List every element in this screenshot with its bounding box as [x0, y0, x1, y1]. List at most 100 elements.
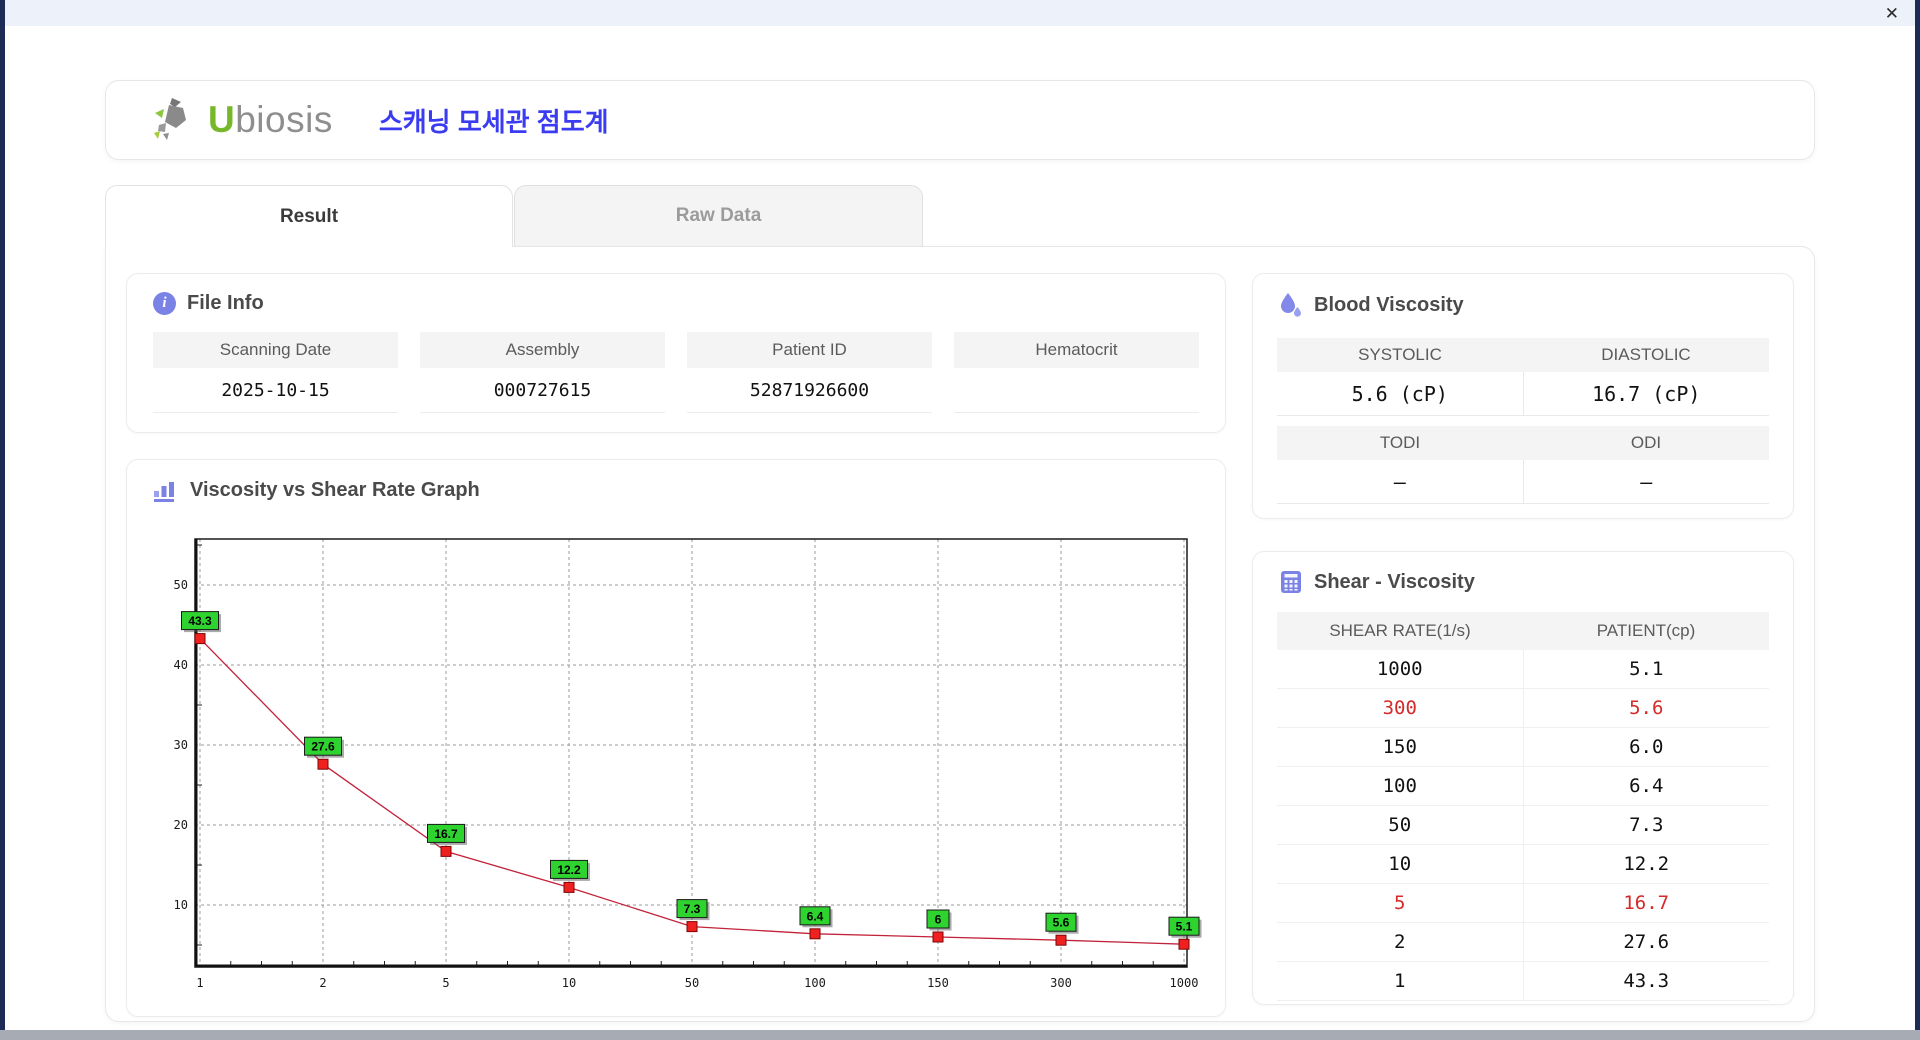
shear-rate-cell: 1	[1277, 962, 1524, 1000]
shear-rate-cell: 2	[1277, 923, 1524, 961]
logo-text: Ubiosis	[208, 99, 333, 140]
table-row: 50 7.3	[1277, 806, 1769, 845]
field-label: Scanning Date	[153, 332, 398, 368]
patient-cell: 5.6	[1629, 697, 1664, 719]
bv-header-cell: SYSTOLIC	[1358, 345, 1442, 364]
svg-text:50: 50	[174, 578, 188, 592]
graph-title: Viscosity vs Shear Rate Graph	[190, 479, 480, 501]
field-label: Hematocrit	[954, 332, 1199, 368]
field-value	[954, 368, 1199, 413]
svg-text:10: 10	[174, 898, 188, 912]
bv-value-row: 5.6 (cP) 16.7 (cP)	[1277, 372, 1769, 416]
close-icon[interactable]: ✕	[1885, 5, 1899, 22]
shear-rate-cell: 300	[1277, 689, 1524, 727]
patient-cell: 6.0	[1629, 736, 1664, 758]
app-title: 스캐닝 모세관 점도계	[378, 106, 609, 137]
patient-cell: 43.3	[1623, 970, 1670, 992]
bv-header-row: SYSTOLIC DIASTOLIC	[1277, 338, 1769, 372]
shear-rate-cell: 150	[1277, 728, 1524, 766]
svg-text:1000: 1000	[1170, 976, 1199, 990]
bv-header-cell: ODI	[1630, 433, 1662, 452]
svg-text:5: 5	[442, 976, 449, 990]
blood-viscosity-title: Blood Viscosity	[1314, 294, 1464, 316]
svg-text:100: 100	[804, 976, 826, 990]
window-left-edge	[0, 0, 5, 1040]
svg-text:6: 6	[935, 913, 942, 927]
tab-result[interactable]: Result	[105, 185, 513, 247]
bv-value-cell: 5.6 (cP)	[1277, 372, 1524, 416]
file-info-title: File Info	[187, 292, 264, 314]
info-icon: i	[153, 292, 176, 315]
table-row: 150 6.0	[1277, 728, 1769, 767]
table-row: 10 12.2	[1277, 845, 1769, 884]
field-label: Assembly	[420, 332, 665, 368]
drops-icon	[1281, 293, 1301, 317]
patient-cell: 5.1	[1629, 658, 1664, 680]
result-panel: i File Info Scanning Date 2025-10-15 Assem…	[105, 246, 1815, 1022]
shear-table-head: SHEAR RATE(1/s) PATIENT(cp)	[1277, 612, 1769, 650]
graph-header: Viscosity vs Shear Rate Graph	[153, 478, 480, 503]
bv-value-cell: –	[1277, 460, 1524, 504]
shear-rate-cell: 1000	[1277, 650, 1524, 688]
bv-value-cell: 16.7 (cP)	[1523, 372, 1769, 416]
graph-card: Viscosity vs Shear Rate Graph 10 20 30 40 50…	[126, 459, 1226, 1017]
file-info-fields: Scanning Date 2025-10-15 Assembly 000727615…	[153, 332, 1199, 413]
window-right-edge	[1915, 0, 1920, 1040]
svg-text:40: 40	[174, 658, 188, 672]
shear-rate-cell: 50	[1277, 806, 1524, 844]
svg-text:30: 30	[174, 738, 188, 752]
patient-cell: 12.2	[1623, 853, 1670, 875]
tab-raw-data[interactable]: Raw Data	[514, 185, 923, 246]
shear-table: SHEAR RATE(1/s) PATIENT(cp) 1000 5.1 300 5.6…	[1277, 612, 1769, 1001]
file-info-header: i File Info	[153, 292, 264, 315]
file-info-field: Scanning Date 2025-10-15	[153, 332, 398, 413]
table-row: 1000 5.1	[1277, 650, 1769, 689]
bv-value-cell: –	[1523, 460, 1769, 504]
window-titlebar: ✕	[5, 0, 1915, 26]
bv-header-cell: TODI	[1379, 433, 1421, 452]
svg-text:150: 150	[927, 976, 949, 990]
patient-cell: 6.4	[1629, 775, 1664, 797]
svg-text:16.7: 16.7	[434, 827, 458, 841]
patient-cell: 27.6	[1623, 931, 1670, 953]
shear-rate-cell: 100	[1277, 767, 1524, 805]
svg-text:12.2: 12.2	[557, 863, 581, 877]
svg-text:300: 300	[1050, 976, 1072, 990]
patient-cell: 7.3	[1629, 814, 1664, 836]
table-row: 2 27.6	[1277, 923, 1769, 962]
field-value: 000727615	[420, 368, 665, 413]
file-info-field: Patient ID 52871926600	[687, 332, 932, 413]
window-bottom-edge	[0, 1030, 1920, 1040]
svg-text:5.1: 5.1	[1176, 920, 1193, 934]
svg-text:7.3: 7.3	[684, 902, 701, 916]
shear-rate-cell: 5	[1277, 884, 1524, 922]
field-value: 52871926600	[687, 368, 932, 413]
chart-area: 10 20 30 40 50 1 2 5 10 50 100 150 300 1000 43.3 27.6 16…	[167, 530, 1227, 1000]
shear-viscosity-header: Shear - Viscosity	[1279, 570, 1475, 594]
blood-viscosity-card: Blood Viscosity SYSTOLIC DIASTOLIC 5.6 (cP…	[1252, 273, 1794, 519]
column-header: SHEAR RATE(1/s)	[1329, 621, 1471, 640]
file-info-field: Assembly 000727615	[420, 332, 665, 413]
viscosity-chart: 10 20 30 40 50 1 2 5 10 50 100 150 300 1000 43.3 27.6 16…	[174, 538, 1202, 990]
blood-viscosity-header: Blood Viscosity	[1279, 292, 1464, 319]
svg-text:10: 10	[562, 976, 576, 990]
svg-text:43.3: 43.3	[188, 614, 212, 628]
file-info-card: i File Info Scanning Date 2025-10-15 Assem…	[126, 273, 1226, 433]
svg-text:27.6: 27.6	[311, 740, 335, 754]
svg-text:5.6: 5.6	[1053, 916, 1070, 930]
bv-table: SYSTOLIC DIASTOLIC 5.6 (cP) 16.7 (cP) TODI OD…	[1277, 338, 1769, 514]
shear-viscosity-card: Shear - Viscosity SHEAR RATE(1/s) PATIENT…	[1252, 551, 1794, 1005]
table-row: 1 43.3	[1277, 962, 1769, 1001]
column-header: PATIENT(cp)	[1596, 621, 1696, 640]
svg-text:6.4: 6.4	[807, 909, 824, 923]
svg-text:1: 1	[196, 976, 203, 990]
field-label: Patient ID	[687, 332, 932, 368]
table-row: 300 5.6	[1277, 689, 1769, 728]
shear-rate-cell: 10	[1277, 845, 1524, 883]
field-value: 2025-10-15	[153, 368, 398, 413]
app-window: ✕ Ubiosis 스캐닝 모세관 점도계 Result Raw Data i …	[0, 0, 1920, 1040]
table-row: 100 6.4	[1277, 767, 1769, 806]
calculator-icon	[1281, 571, 1301, 593]
app-header-card: Ubiosis 스캐닝 모세관 점도계	[105, 80, 1815, 160]
shear-viscosity-title: Shear - Viscosity	[1314, 570, 1475, 593]
